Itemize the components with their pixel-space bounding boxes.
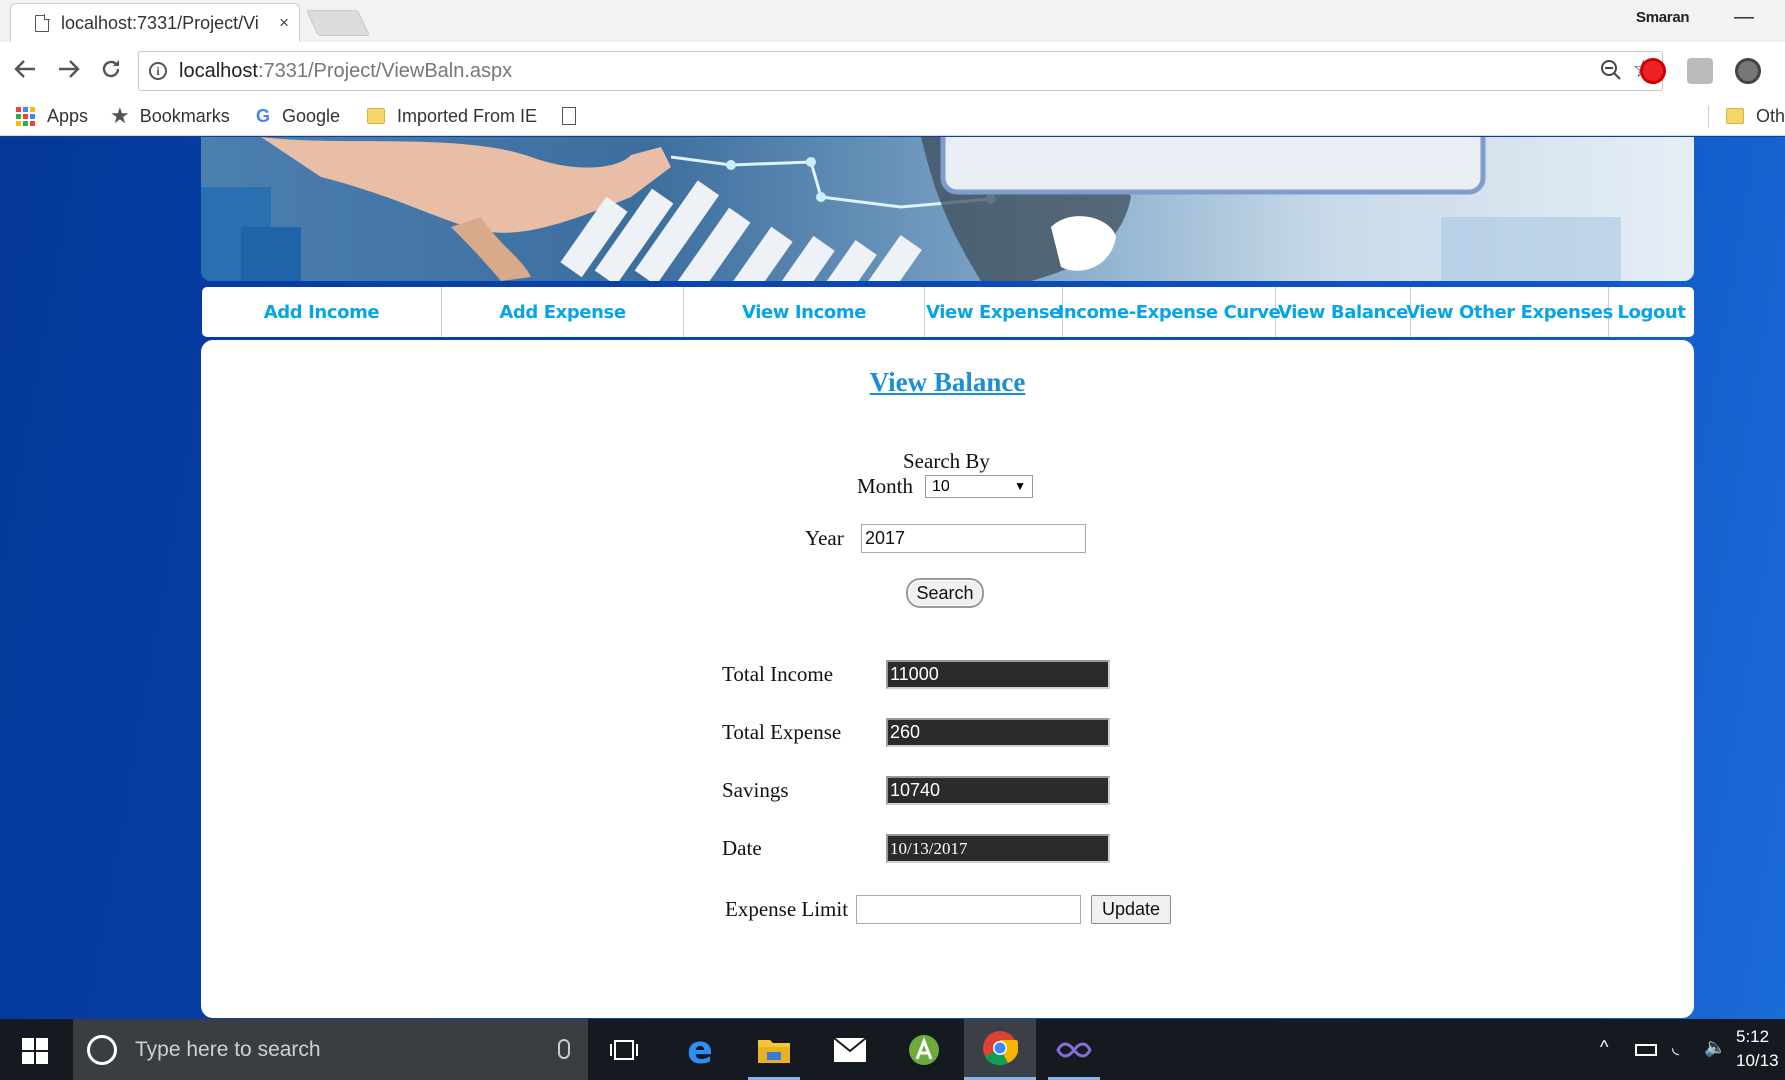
- search-button[interactable]: Search: [906, 578, 984, 608]
- expense-limit-input[interactable]: [856, 895, 1081, 924]
- minimize-button[interactable]: —: [1734, 6, 1754, 29]
- nav-add-expense[interactable]: Add Expense: [442, 287, 684, 337]
- date-label: Date: [722, 836, 762, 860]
- film-extension-icon[interactable]: [1735, 58, 1761, 84]
- bookmarks-bar: Apps ★ Bookmarks G Google Imported From …: [0, 98, 1785, 136]
- bookmark-google-label: Google: [282, 105, 341, 126]
- nav-view-income[interactable]: View Income: [684, 287, 925, 337]
- forward-arrow-icon: [59, 60, 80, 78]
- nav-view-expense[interactable]: View Expense: [925, 287, 1063, 337]
- file-explorer-icon[interactable]: [738, 1019, 810, 1080]
- reload-icon: [102, 60, 120, 78]
- star-icon: ★: [110, 103, 130, 128]
- nav-add-income[interactable]: Add Income: [202, 287, 442, 337]
- windows-taskbar: Type here to search e ^ ◟ 🔈 5:12 10/13: [0, 1019, 1785, 1080]
- chrome-icon[interactable]: [964, 1019, 1036, 1080]
- info-icon[interactable]: i: [149, 62, 167, 80]
- forward-button[interactable]: [52, 52, 86, 86]
- zoom-icon[interactable]: [1600, 59, 1622, 81]
- bookmark-imported-label: Imported From IE: [397, 105, 538, 126]
- header-banner: [201, 137, 1694, 281]
- bookmark-google[interactable]: G Google: [256, 104, 340, 128]
- bookmark-other-label: Oth: [1756, 105, 1785, 126]
- folder-icon: [367, 108, 385, 124]
- back-arrow-icon: [14, 60, 35, 78]
- tab-title: localhost:7331/Project/Vi: [61, 12, 259, 33]
- month-select-value: 10: [932, 478, 950, 495]
- bookmark-page[interactable]: [562, 104, 576, 128]
- system-clock[interactable]: 5:12 10/13: [1736, 1025, 1779, 1073]
- month-label: Month: [857, 474, 914, 498]
- mail-icon[interactable]: [814, 1019, 886, 1080]
- total-expense-field[interactable]: 260: [886, 718, 1110, 747]
- address-bar[interactable]: i localhost:7331/Project/ViewBaln.aspx ☆: [138, 51, 1663, 91]
- page-background: Add Income Add Expense View Income View …: [0, 137, 1785, 1019]
- nav-view-balance[interactable]: View Balance: [1276, 287, 1411, 337]
- profile-name[interactable]: Smaran: [1636, 9, 1690, 26]
- browser-toolbar: i localhost:7331/Project/ViewBaln.aspx ☆: [0, 42, 1785, 98]
- clock-time: 5:12: [1736, 1027, 1770, 1046]
- url-path: :7331/Project/ViewBaln.aspx: [257, 59, 513, 82]
- task-view-icon[interactable]: [588, 1019, 660, 1080]
- url-host: localhost: [179, 59, 258, 82]
- taskbar-search-placeholder: Type here to search: [135, 1037, 321, 1061]
- total-expense-label: Total Expense: [722, 720, 842, 744]
- date-field[interactable]: 10/13/2017: [886, 834, 1110, 863]
- bookmarks-divider: [1708, 106, 1709, 128]
- new-tab-button[interactable]: [305, 10, 371, 36]
- folder-icon: [1726, 108, 1744, 124]
- year-input[interactable]: 2017: [861, 524, 1086, 553]
- adblock-extension-icon[interactable]: [1640, 58, 1666, 84]
- search-by-label: Search By: [903, 449, 990, 473]
- bookmark-bookmarks[interactable]: ★ Bookmarks: [110, 103, 230, 128]
- page-icon: [35, 13, 50, 32]
- extension-icon[interactable]: [1687, 58, 1713, 84]
- microphone-icon[interactable]: [558, 1039, 570, 1059]
- back-button[interactable]: [8, 52, 42, 86]
- bookmark-apps-label: Apps: [47, 105, 89, 126]
- network-icon[interactable]: ◟: [1672, 1037, 1679, 1058]
- main-nav: Add Income Add Expense View Income View …: [202, 287, 1694, 337]
- show-hidden-icons[interactable]: ^: [1600, 1037, 1608, 1058]
- tab-strip: localhost:7331/Project/Vi × Smaran —: [0, 0, 1785, 42]
- taskbar-search-box[interactable]: Type here to search: [73, 1019, 588, 1080]
- content-panel: View Balance Search By Month 10 ▼ Year 2…: [201, 340, 1694, 1018]
- visual-studio-icon[interactable]: [1038, 1019, 1110, 1080]
- bookmark-bookmarks-label: Bookmarks: [139, 105, 230, 126]
- month-select[interactable]: 10 ▼: [925, 475, 1033, 498]
- clock-date: 10/13: [1736, 1051, 1779, 1070]
- banner-image: [201, 137, 1621, 281]
- savings-field[interactable]: 10740: [886, 776, 1110, 805]
- cortana-icon[interactable]: [87, 1034, 117, 1065]
- bookmark-imported[interactable]: Imported From IE: [367, 104, 537, 128]
- nav-income-expense-curve[interactable]: Income-Expense Curve: [1058, 287, 1281, 337]
- dropdown-arrow-icon: ▼: [1014, 479, 1026, 493]
- year-label: Year: [805, 526, 844, 550]
- browser-tab[interactable]: localhost:7331/Project/Vi ×: [10, 3, 300, 42]
- tab-close-icon[interactable]: ×: [279, 13, 289, 33]
- windows-start-icon[interactable]: [22, 1038, 48, 1064]
- nav-view-other-expenses[interactable]: View Other Expenses: [1406, 287, 1613, 337]
- edge-icon[interactable]: e: [664, 1019, 736, 1080]
- bookmark-other[interactable]: Oth: [1726, 104, 1785, 128]
- update-button[interactable]: Update: [1091, 895, 1171, 924]
- battery-icon[interactable]: [1635, 1044, 1657, 1056]
- expense-limit-label: Expense Limit: [725, 897, 849, 921]
- volume-icon[interactable]: 🔈: [1704, 1037, 1726, 1058]
- total-income-field[interactable]: 11000: [886, 660, 1110, 689]
- total-income-label: Total Income: [722, 662, 834, 686]
- nav-logout[interactable]: Logout: [1609, 287, 1694, 337]
- reload-button[interactable]: [94, 52, 128, 86]
- page-icon: [562, 107, 576, 125]
- page-title: View Balance: [869, 367, 1026, 397]
- android-studio-icon[interactable]: [888, 1019, 960, 1080]
- apps-grid-icon: [16, 106, 35, 126]
- savings-label: Savings: [722, 778, 789, 802]
- bookmark-apps[interactable]: Apps: [16, 104, 88, 128]
- google-icon: G: [256, 105, 271, 126]
